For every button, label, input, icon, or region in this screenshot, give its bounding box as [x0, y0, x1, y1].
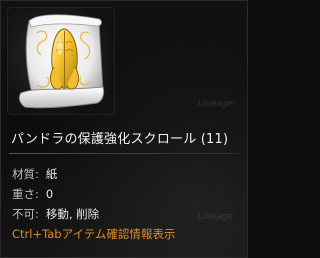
item-name: パンドラの保護強化スクロール (11) [11, 132, 229, 147]
item-icon-frame [7, 7, 115, 115]
praying-hands-scroll-icon [18, 14, 105, 109]
weight-value: 0 [45, 187, 54, 201]
restrictions-value: 移動, 削除 [45, 207, 100, 221]
stat-material: 材質: 紙 [12, 166, 57, 182]
item-tooltip: Lineage パンドラの保護強化スクロール (11) 材質: 紙 重さ: 0 不可… [0, 0, 248, 258]
stat-restrictions: 不可: 移動, 削除 [12, 206, 99, 222]
restrictions-label: 不可: [12, 207, 39, 221]
material-value: 紙 [45, 167, 58, 181]
watermark-top: Lineage [197, 99, 233, 109]
stat-weight: 重さ: 0 [12, 186, 53, 202]
material-label: 材質: [12, 167, 39, 181]
weight-label: 重さ: [12, 187, 39, 201]
watermark-bottom: Lineage [197, 212, 233, 222]
divider [9, 153, 239, 154]
ctrl-tab-hint: Ctrl+Tabアイテム確認情報表示 [12, 227, 176, 241]
